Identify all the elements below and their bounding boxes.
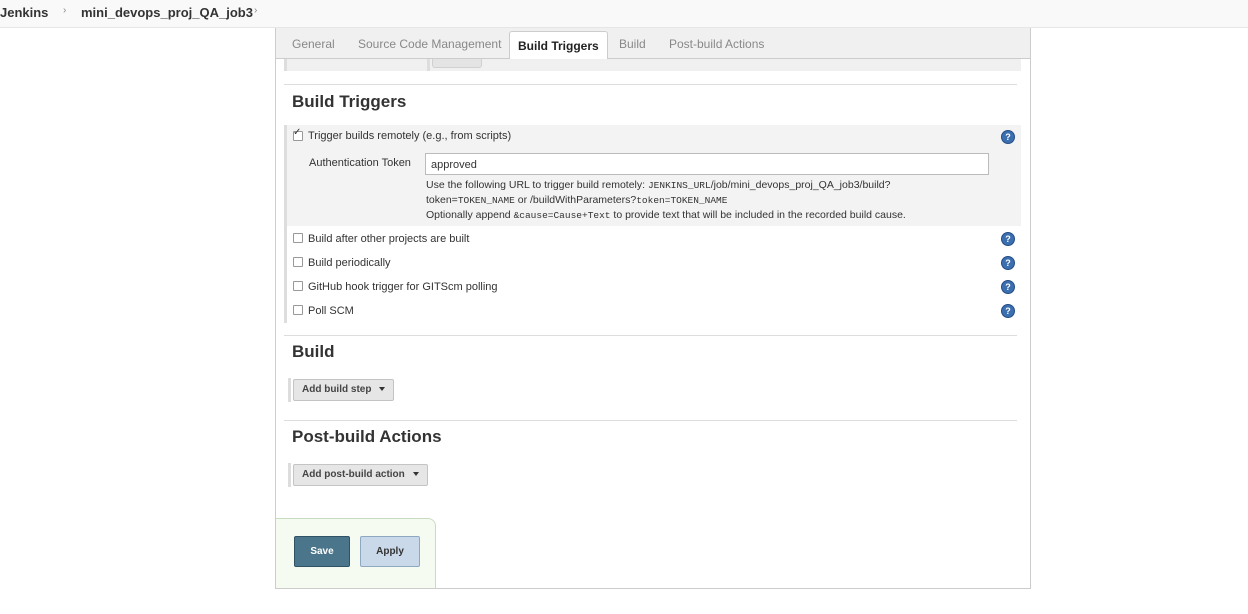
- apply-button[interactable]: Apply: [360, 536, 420, 567]
- section-divider: [284, 84, 1017, 85]
- breadcrumb-separator-icon[interactable]: ›: [254, 5, 257, 16]
- desc-code: TOKEN_NAME: [457, 195, 515, 206]
- post-build-actions-heading: Post-build Actions: [292, 427, 442, 446]
- add-post-build-action-button[interactable]: Add post-build action: [293, 464, 428, 486]
- poll-scm-label: Poll SCM: [308, 305, 354, 317]
- add-build-step-button[interactable]: Add build step: [293, 379, 395, 401]
- add-build-step-label: Add build step: [302, 384, 372, 395]
- github-hook-trigger-checkbox[interactable]: [293, 281, 303, 291]
- tab-source-code-management[interactable]: Source Code Management: [358, 28, 501, 58]
- github-hook-trigger-label: GitHub hook trigger for GITScm polling: [308, 281, 498, 293]
- config-panel: General Source Code Management Build Tri…: [275, 28, 1031, 589]
- previous-section-remnant: [284, 59, 1021, 71]
- trigger-url-description-line1: Use the following URL to trigger build r…: [426, 179, 890, 191]
- trigger-url-description-line2: token=TOKEN_NAME or /buildWithParameters…: [426, 194, 727, 206]
- desc-text: or /buildWithParameters?: [514, 194, 637, 206]
- desc-text: Use the following URL to trigger build r…: [426, 179, 648, 191]
- desc-text: /job/mini_devops_proj_QA_job3/build?: [710, 179, 891, 191]
- section-indent-bar: [284, 125, 287, 226]
- config-tabbar: General Source Code Management Build Tri…: [276, 28, 1030, 61]
- previous-section-button[interactable]: [432, 59, 482, 68]
- auth-token-input[interactable]: approved: [425, 153, 989, 175]
- poll-scm-checkbox[interactable]: [293, 305, 303, 315]
- section-divider: [284, 420, 1017, 421]
- github-hook-trigger-help-icon[interactable]: ?: [1001, 280, 1015, 294]
- caret-down-icon: [412, 472, 419, 477]
- caret-down-icon: [379, 387, 386, 392]
- section-indent-bar: [427, 59, 430, 71]
- build-after-other-projects-label: Build after other projects are built: [308, 233, 470, 245]
- section-indent-bar: [288, 463, 291, 487]
- tab-build[interactable]: Build: [619, 28, 646, 58]
- build-triggers-heading: Build Triggers: [292, 92, 407, 111]
- trigger-url-description-line3: Optionally append &cause=Cause+Text to p…: [426, 209, 906, 221]
- breadcrumb: Jenkins › mini_devops_proj_QA_job3 ›: [0, 0, 1248, 28]
- poll-scm-help-icon[interactable]: ?: [1001, 304, 1015, 318]
- build-heading: Build: [292, 342, 335, 361]
- build-after-other-projects-checkbox[interactable]: [293, 233, 303, 243]
- desc-text: token=: [426, 194, 458, 206]
- section-indent-bar: [284, 59, 287, 71]
- tab-general[interactable]: General: [292, 28, 335, 58]
- desc-text: to provide text that will be included in…: [610, 209, 906, 221]
- section-divider: [284, 335, 1017, 336]
- desc-code: &cause=Cause+Text: [513, 210, 611, 221]
- build-periodically-help-icon[interactable]: ?: [1001, 256, 1015, 270]
- desc-code: JENKINS_URL: [647, 180, 711, 191]
- breadcrumb-job-link[interactable]: mini_devops_proj_QA_job3: [81, 5, 253, 20]
- section-indent-bar: [288, 378, 291, 402]
- build-periodically-label: Build periodically: [308, 257, 391, 269]
- tab-build-triggers[interactable]: Build Triggers: [509, 31, 608, 61]
- tab-post-build-actions[interactable]: Post-build Actions: [669, 28, 764, 58]
- desc-code: token=TOKEN_NAME: [636, 195, 728, 206]
- trigger-remotely-checkbox[interactable]: [293, 127, 303, 141]
- save-button[interactable]: Save: [294, 536, 350, 567]
- trigger-remotely-help-icon[interactable]: ?: [1001, 130, 1015, 144]
- breadcrumb-separator-icon[interactable]: ›: [63, 5, 66, 16]
- add-post-build-action-label: Add post-build action: [302, 469, 405, 480]
- build-periodically-checkbox[interactable]: [293, 257, 303, 267]
- bottom-button-bar: Save Apply: [276, 518, 436, 588]
- breadcrumb-jenkins-link[interactable]: Jenkins: [0, 5, 48, 20]
- trigger-remotely-label: Trigger builds remotely (e.g., from scri…: [308, 130, 512, 142]
- desc-text: Optionally append: [426, 209, 514, 221]
- auth-token-label: Authentication Token: [309, 157, 411, 169]
- section-indent-bar: [284, 226, 287, 323]
- build-after-other-projects-help-icon[interactable]: ?: [1001, 232, 1015, 246]
